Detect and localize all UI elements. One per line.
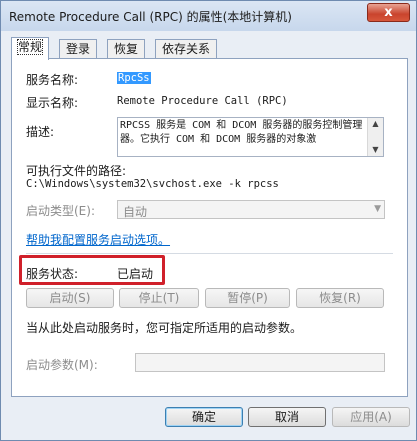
tab-logon[interactable]: 登录 [59,39,98,59]
separator [26,253,393,254]
description-label: 描述: [26,125,55,139]
description-textbox[interactable]: RPCSS 服务是 COM 和 DCOM 服务器的服务控制管理器。它执行 COM… [117,117,384,157]
scroll-up-icon[interactable]: ▲ [370,119,381,129]
window-title: Remote Procedure Call (RPC) 的属性(本地计算机) [9,10,292,24]
tab-dependencies[interactable]: 依存关系 [155,39,218,59]
ok-button[interactable]: 确定 [165,407,243,427]
tab-logon-label: 登录 [66,42,91,56]
display-name-value[interactable]: Remote Procedure Call (RPC) [117,95,288,107]
tab-general[interactable]: 常规 [11,37,50,60]
close-icon: x [384,5,393,20]
title-bar[interactable]: Remote Procedure Call (RPC) 的属性(本地计算机) x [1,1,416,31]
tab-dependencies-label: 依存关系 [162,42,211,56]
startup-help-link[interactable]: 帮助我配置服务启动选项。 [26,231,170,248]
exec-path-value[interactable]: C:\Windows\system32\svchost.exe -k rpcss [26,178,279,190]
service-status-value: 已启动 [117,267,154,281]
description-text: RPCSS 服务是 COM 和 DCOM 服务器的服务控制管理器。它执行 COM… [120,120,363,145]
service-properties-dialog: Remote Procedure Call (RPC) 的属性(本地计算机) x… [0,0,417,441]
chevron-down-icon: ▼ [374,204,381,214]
tab-recovery[interactable]: 恢复 [107,39,146,59]
apply-button[interactable]: 应用(A) [332,407,410,427]
start-params-label: 启动参数(M): [26,358,98,372]
startup-type-select[interactable]: 自动 ▼ [117,200,385,219]
startup-type-label: 启动类型(E): [26,204,95,218]
resume-button[interactable]: 恢复(R) [296,288,384,308]
scroll-down-icon[interactable]: ▼ [370,145,381,155]
service-name-selection: RpcSs [117,72,151,84]
start-button[interactable]: 启动(S) [26,288,114,308]
display-name-label: 显示名称: [26,96,79,110]
tab-general-label: 常规 [16,39,44,55]
close-button[interactable]: x [367,3,410,22]
pause-button[interactable]: 暂停(P) [205,288,290,308]
description-scrollbar[interactable]: ▲ ▼ [367,118,383,156]
tab-recovery-label: 恢复 [114,42,139,56]
startup-type-value: 自动 [123,205,148,219]
service-status-label: 服务状态: [26,267,79,281]
startup-params-hint: 当从此处启动服务时，您可指定所适用的启动参数。 [26,321,303,335]
cancel-button[interactable]: 取消 [248,407,326,427]
general-tab-panel: 服务名称: RpcSs 显示名称: Remote Procedure Call … [11,58,408,397]
exec-path-label: 可执行文件的路径: [26,164,127,178]
service-name-value[interactable]: RpcSs [117,72,151,84]
start-params-input[interactable] [135,353,385,372]
service-name-label: 服务名称: [26,73,79,87]
stop-button[interactable]: 停止(T) [119,288,199,308]
